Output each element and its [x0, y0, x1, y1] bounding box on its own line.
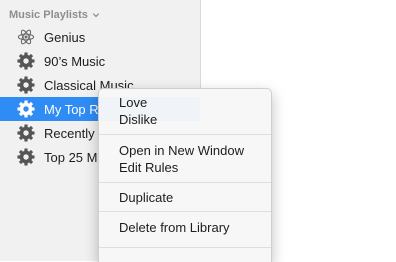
smart-playlist-gear-icon: [17, 148, 35, 166]
playlist-label: Genius: [44, 29, 86, 45]
smart-playlist-gear-icon: [17, 52, 35, 70]
playlist-label: Recently: [44, 125, 95, 141]
smart-playlist-gear-icon: [17, 100, 35, 118]
menu-item-delete-from-library[interactable]: Delete from Library: [119, 220, 230, 236]
chevron-down-icon: [92, 13, 100, 18]
playlist-item-genius[interactable]: Genius: [0, 25, 200, 49]
context-menu: Love Dislike Open in New Window Edit Rul…: [98, 88, 272, 262]
menu-item-dislike[interactable]: Dislike: [119, 112, 157, 128]
menu-item-open-in-new-window[interactable]: Open in New Window: [119, 143, 244, 159]
music-playlists-header[interactable]: Music Playlists: [9, 9, 100, 21]
smart-playlist-gear-icon: [17, 124, 35, 142]
menu-item-edit-rules[interactable]: Edit Rules: [119, 160, 178, 176]
playlist-label: Top 25 M: [44, 149, 98, 165]
playlist-label: 90’s Music: [44, 53, 106, 69]
playlist-label: My Top R: [44, 101, 99, 117]
menu-item-love[interactable]: Love: [119, 95, 147, 111]
smart-playlist-gear-icon: [17, 76, 35, 94]
section-title: Music Playlists: [9, 9, 88, 21]
menu-separator: [99, 211, 271, 212]
menu-separator: [99, 134, 271, 135]
playlist-item-90s-music[interactable]: 90’s Music: [0, 49, 200, 73]
menu-separator: [99, 182, 271, 183]
menu-separator: [99, 247, 271, 248]
menu-item-duplicate[interactable]: Duplicate: [119, 190, 173, 206]
genius-atom-icon: [17, 28, 35, 46]
